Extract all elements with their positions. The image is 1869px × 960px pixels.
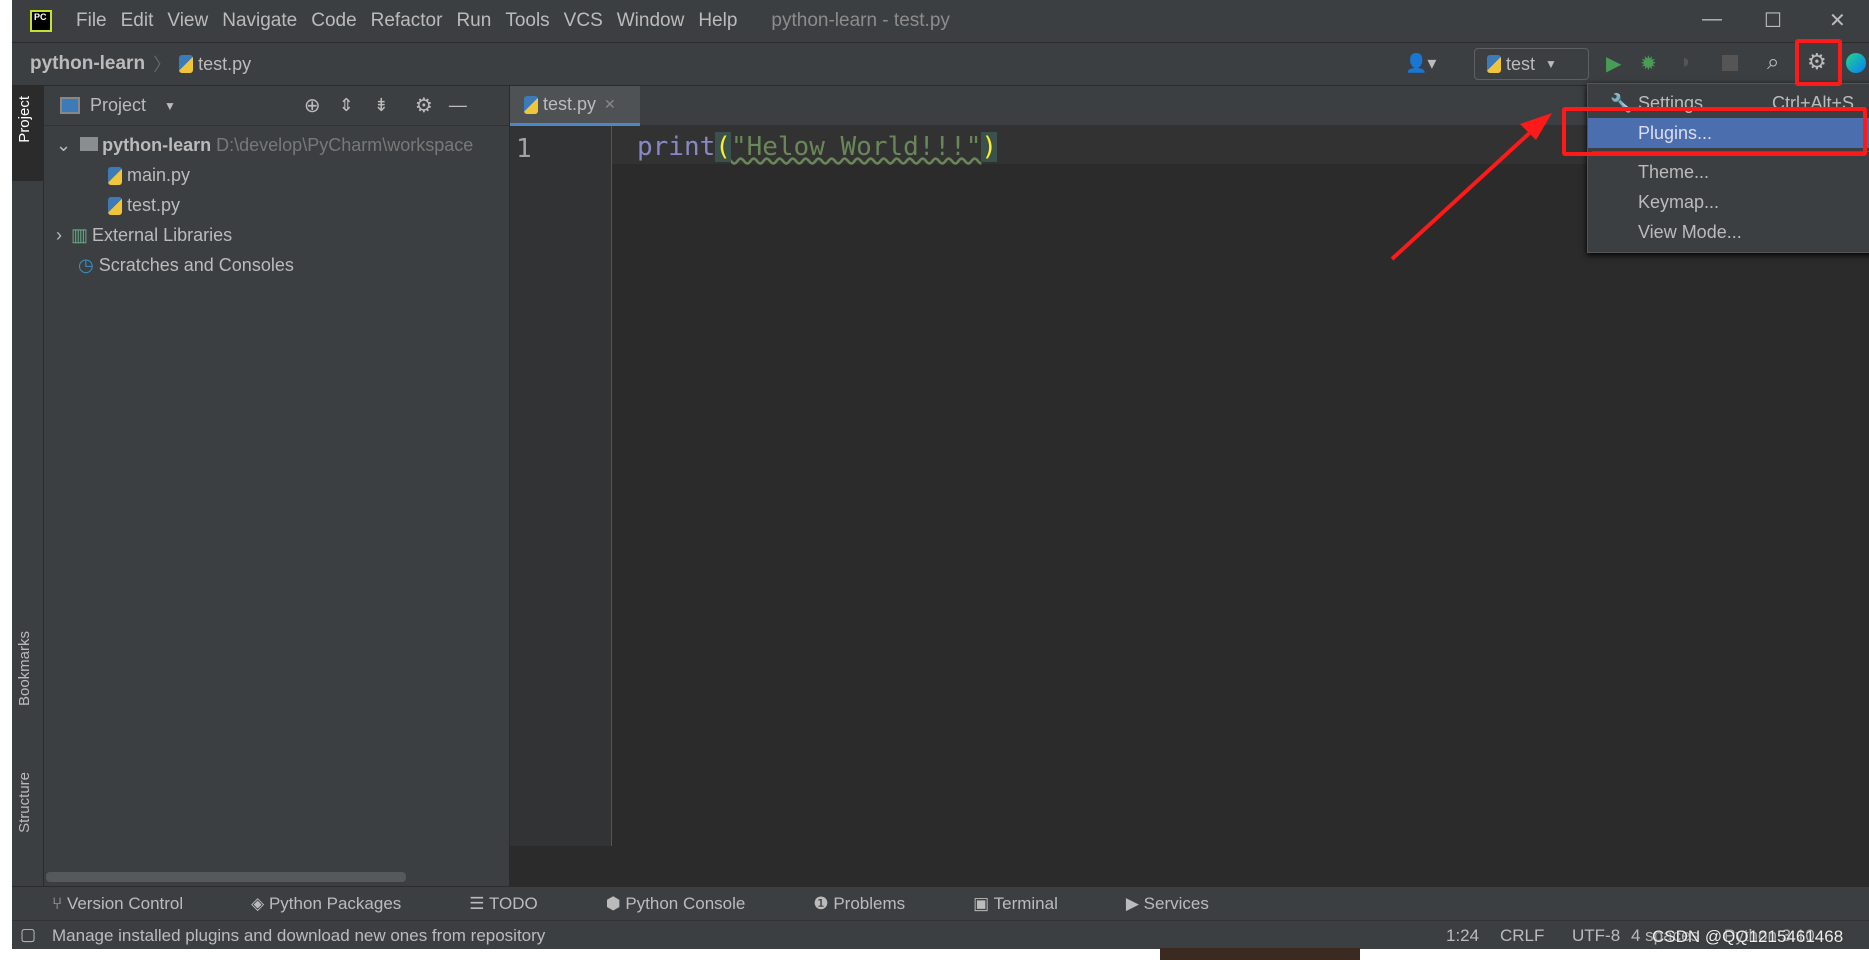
annotation-arrow-icon [1390, 113, 1552, 261]
watermark: CSDN @QQ1215461468 [1652, 927, 1844, 946]
